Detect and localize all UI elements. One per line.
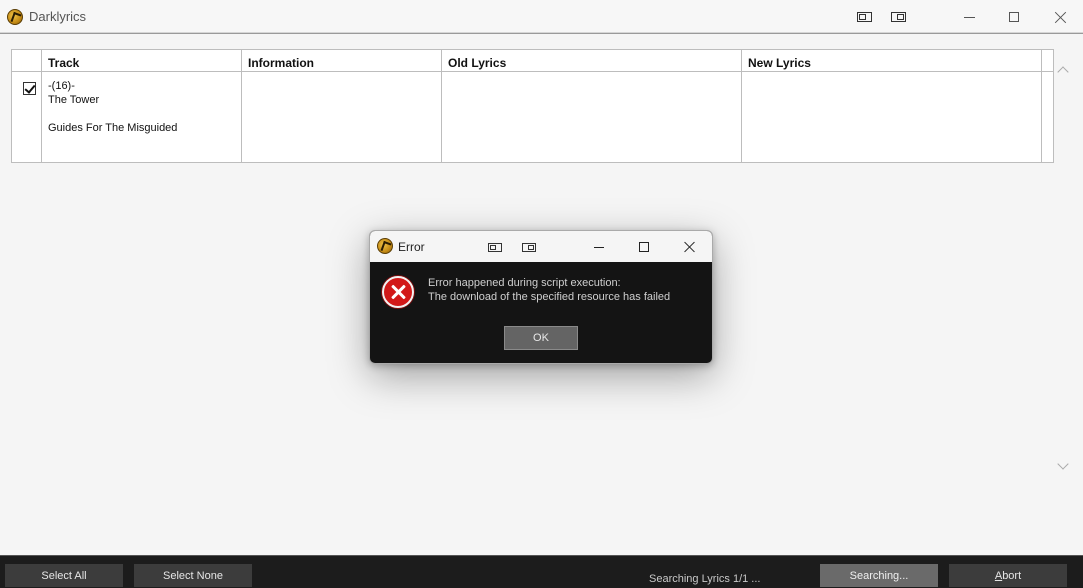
searching-button[interactable]: Searching... <box>820 564 938 587</box>
dialog-maximize-button[interactable] <box>629 236 659 258</box>
select-none-button[interactable]: Select None <box>134 564 252 587</box>
layout-left-icon <box>856 12 872 22</box>
maximize-button[interactable] <box>997 6 1031 28</box>
column-divider <box>441 50 442 162</box>
abort-button[interactable]: Abort <box>949 564 1067 587</box>
track-album: Guides For The Misguided <box>48 122 178 134</box>
close-icon <box>684 241 696 253</box>
error-message-line1: Error happened during script execution: <box>428 277 621 289</box>
column-divider <box>41 50 42 162</box>
scroll-up-chevron-icon[interactable] <box>1057 64 1069 76</box>
dialog-close-button[interactable] <box>675 236 705 258</box>
scroll-down-chevron-icon[interactable] <box>1057 460 1069 472</box>
column-header-track[interactable]: Track <box>48 56 79 70</box>
layout-right-button[interactable] <box>881 6 915 28</box>
status-text: Searching Lyrics 1/1 ... <box>649 573 761 585</box>
layout-left-button[interactable] <box>847 6 881 28</box>
dialog-layout-left-button[interactable] <box>480 236 510 258</box>
layout-right-icon <box>890 12 906 22</box>
dialog-layout-right-button[interactable] <box>514 236 544 258</box>
column-header-old-lyrics[interactable]: Old Lyrics <box>448 56 506 70</box>
title-bar: Darklyrics <box>0 0 1083 33</box>
close-button[interactable] <box>1043 6 1077 28</box>
column-header-new-lyrics[interactable]: New Lyrics <box>748 56 811 70</box>
window-title: Darklyrics <box>29 9 87 24</box>
dialog-minimize-button[interactable] <box>584 236 614 258</box>
track-title: The Tower <box>48 94 100 106</box>
app-logo-icon <box>7 9 23 25</box>
layout-right-icon <box>522 242 536 252</box>
column-header-information[interactable]: Information <box>248 56 314 70</box>
column-divider <box>741 50 742 162</box>
minimize-icon <box>963 16 975 18</box>
minimize-icon <box>594 246 604 248</box>
minimize-button[interactable] <box>952 6 986 28</box>
layout-left-icon <box>488 242 502 252</box>
close-icon <box>1054 11 1067 24</box>
abort-label: Abort <box>994 569 1022 582</box>
ok-button[interactable]: OK <box>504 326 578 350</box>
dialog-title: Error <box>398 240 425 254</box>
title-bar-divider <box>0 33 1083 34</box>
error-icon <box>382 276 414 308</box>
track-number: -(16)- <box>48 80 75 92</box>
maximize-icon <box>1009 12 1019 22</box>
column-divider <box>1041 50 1042 162</box>
row-checkbox[interactable] <box>23 82 36 95</box>
dialog-title-bar: Error <box>370 231 712 262</box>
results-grid[interactable]: Track Information Old Lyrics New Lyrics … <box>11 49 1054 163</box>
maximize-icon <box>639 242 649 252</box>
dialog-app-logo-icon <box>377 238 393 254</box>
bottom-toolbar: Select All Select None Searching Lyrics … <box>0 555 1083 588</box>
header-divider <box>12 71 1053 72</box>
column-divider <box>241 50 242 162</box>
select-all-button[interactable]: Select All <box>5 564 123 587</box>
error-dialog: Error Error happened during script execu… <box>369 230 713 364</box>
error-message-line2: The download of the specified resource h… <box>428 291 671 303</box>
